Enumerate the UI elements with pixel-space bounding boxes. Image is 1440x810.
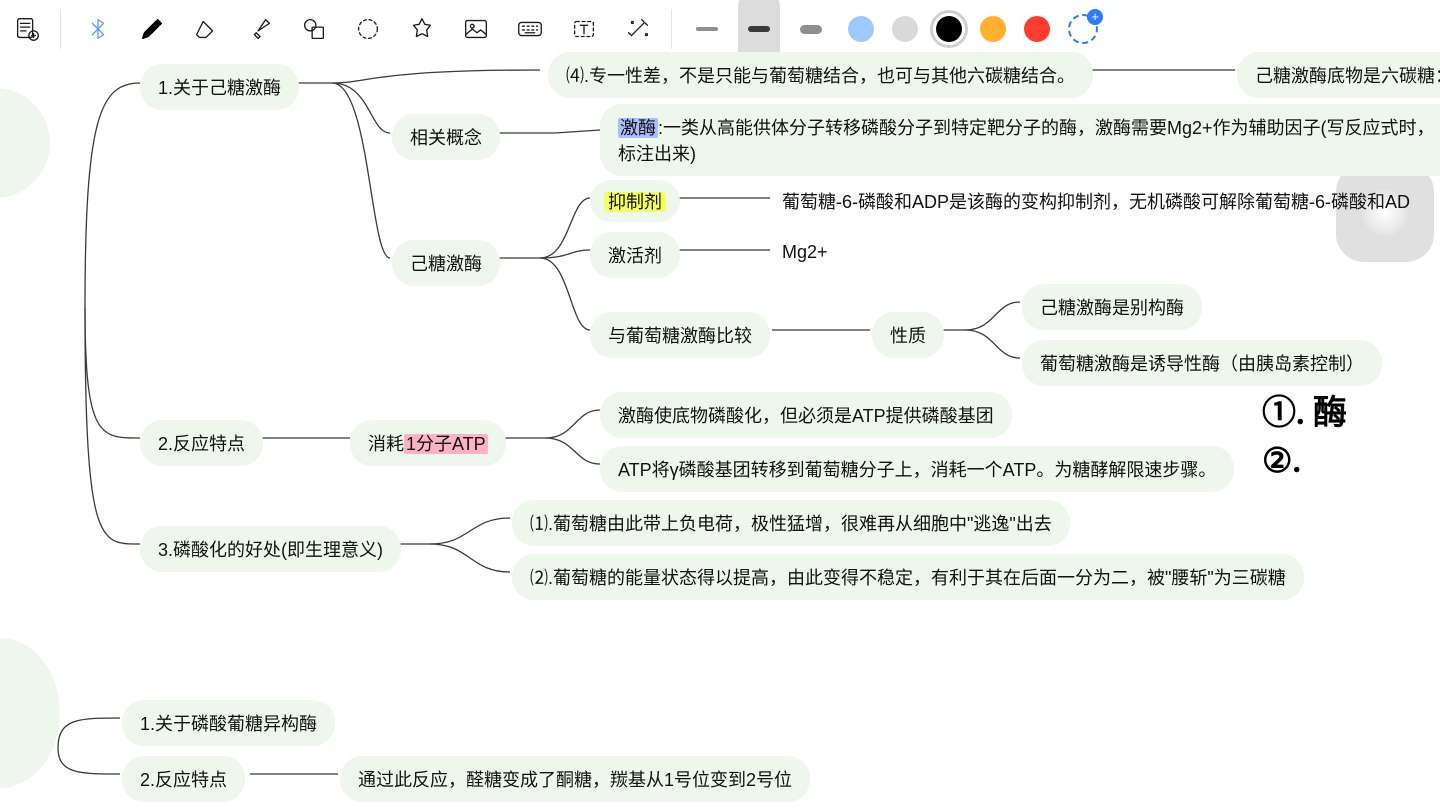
handwriting-2: ②. — [1262, 442, 1301, 483]
shapes-icon[interactable] — [287, 2, 341, 56]
text-icon[interactable] — [557, 2, 611, 56]
node-m1[interactable]: 1.关于磷酸葡糖异构酶 — [122, 700, 335, 746]
node-n3a[interactable]: ⑴.葡萄糖由此带上负电荷，极性猛增，很难再从细胞中"逃逸"出去 — [512, 500, 1070, 546]
node-n4a[interactable]: ⑷.专一性差，不是只能与葡萄糖结合，也可与其他六碳糖结合。 — [548, 52, 1093, 98]
node-inhibitor-text[interactable]: 葡萄糖-6-磷酸和ADP是该酶的变构抑制剂，无机磷酸可解除葡萄糖-6-磷酸和AD — [776, 184, 1416, 218]
node-related-concept[interactable]: 相关概念 — [392, 114, 500, 160]
node-m2-text[interactable]: 通过此反应，醛糖变成了酮糖，羰基从1号位变到2号位 — [340, 756, 810, 802]
highlight-kinase: 激酶 — [618, 118, 658, 138]
node-n2[interactable]: 2.反应特点 — [140, 420, 263, 466]
color-grey[interactable] — [892, 16, 918, 42]
stroke-thin[interactable] — [696, 2, 718, 56]
highlight-atp: 1分子ATP — [404, 434, 488, 454]
lasso-icon[interactable] — [341, 2, 395, 56]
node-consume-2[interactable]: ATP将γ磷酸基团转移到葡萄糖分子上，消耗一个ATP。为糖酵解限速步骤。 — [600, 446, 1234, 492]
node-property[interactable]: 性质 — [872, 312, 944, 358]
bluetooth-icon[interactable] — [71, 2, 125, 56]
pen-icon[interactable] — [125, 2, 179, 56]
image-icon[interactable] — [449, 2, 503, 56]
text: 消耗 — [368, 434, 404, 454]
node-n3[interactable]: 3.磷酸化的好处(即生理意义) — [140, 526, 401, 572]
node-activator-text[interactable]: Mg2+ — [776, 238, 834, 267]
magic-icon[interactable] — [611, 2, 665, 56]
node-compare[interactable]: 与葡萄糖激酶比较 — [590, 312, 770, 358]
node-property-1[interactable]: 己糖激酶是别构酶 — [1022, 284, 1202, 330]
node-n3b[interactable]: ⑵.葡萄糖的能量状态得以提高，由此变得不稳定，有利于其在后面一分为二，被"腰斩"… — [512, 554, 1304, 600]
handwriting-1: ①. 酶 — [1262, 394, 1347, 435]
toolbar — [0, 0, 1440, 58]
highlight-inhibitor: 抑制剂 — [604, 192, 666, 212]
node-n1[interactable]: 1.关于己糖激酶 — [140, 64, 299, 110]
color-red[interactable] — [1024, 16, 1050, 42]
node-m2[interactable]: 2.反应特点 — [122, 756, 245, 802]
highlighter-icon[interactable] — [233, 2, 287, 56]
keyboard-icon[interactable] — [503, 2, 557, 56]
node-n4b[interactable]: 己糖激酶底物是六碳糖： — [1237, 52, 1440, 98]
node-consume[interactable]: 消耗1分子ATP — [350, 420, 506, 466]
add-note-icon[interactable] — [0, 2, 54, 56]
bookmark-icon[interactable] — [395, 2, 449, 56]
node-hexokinase[interactable]: 己糖激酶 — [392, 240, 500, 286]
color-black[interactable] — [936, 16, 962, 42]
node-consume-1[interactable]: 激酶使底物磷酸化，但必须是ATP提供磷酸基团 — [600, 392, 1012, 438]
node-property-2[interactable]: 葡萄糖激酶是诱导性酶（由胰岛素控制） — [1022, 340, 1382, 386]
color-add[interactable] — [1068, 14, 1098, 44]
mindmap-canvas[interactable]: 1.关于己糖激酶 ⑷.专一性差，不是只能与葡萄糖结合，也可与其他六碳糖结合。 己… — [0, 58, 1440, 810]
color-picker — [848, 14, 1098, 44]
color-orange[interactable] — [980, 16, 1006, 42]
node-activator[interactable]: 激活剂 — [590, 232, 680, 278]
eraser-icon[interactable] — [179, 2, 233, 56]
text: :一类从高能供体分子转移磷酸分子到特定靶分子的酶，激酶需要Mg2+作为辅助因子(… — [618, 118, 1435, 164]
color-lightblue[interactable] — [848, 16, 874, 42]
stroke-thick[interactable] — [800, 2, 822, 56]
node-inhibitor[interactable]: 抑制剂 — [590, 180, 680, 222]
node-related-concept-text[interactable]: 激酶:一类从高能供体分子转移磷酸分子到特定靶分子的酶，激酶需要Mg2+作为辅助因… — [600, 104, 1440, 176]
